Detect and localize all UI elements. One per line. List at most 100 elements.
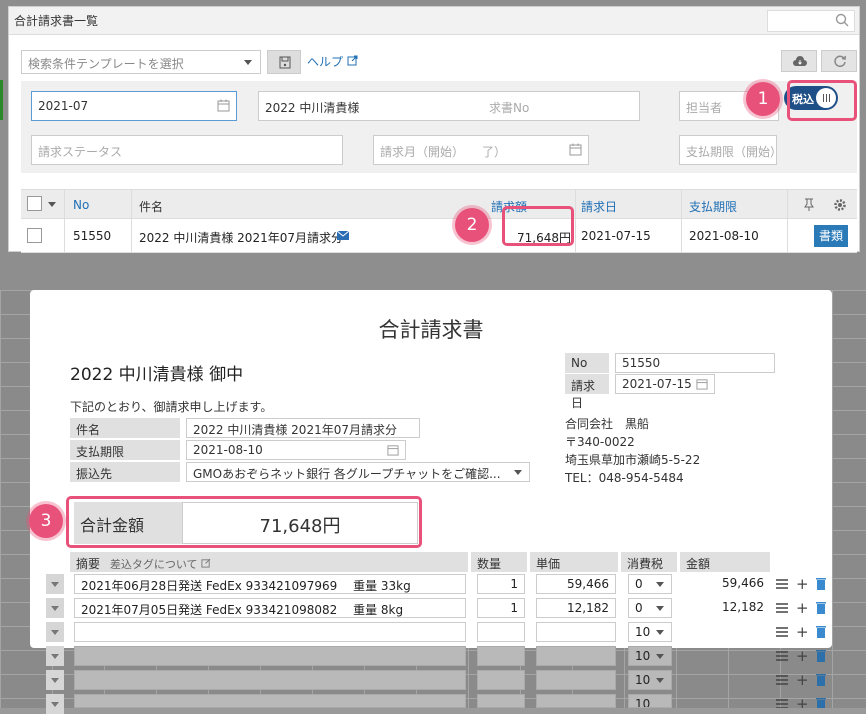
invoice-no-label: No xyxy=(565,353,609,373)
item-qty-input[interactable] xyxy=(477,622,525,642)
help-link[interactable]: ヘルプ xyxy=(307,53,358,70)
menu-icon[interactable] xyxy=(776,602,788,614)
item-qty-input[interactable] xyxy=(477,646,525,666)
month-filter[interactable]: 2021-07 xyxy=(31,91,237,121)
column-divider xyxy=(681,219,682,253)
global-search-input[interactable] xyxy=(767,10,855,32)
mail-icon[interactable] xyxy=(337,231,349,240)
invoice-preview: 合計請求書 2022 中川清貴様 御中 下記のとおり、御請求申し上げます。 No… xyxy=(30,290,832,648)
external-link-icon[interactable] xyxy=(201,558,211,568)
item-price-input[interactable] xyxy=(536,694,616,708)
select-all-checkbox[interactable] xyxy=(27,196,42,211)
trash-icon[interactable] xyxy=(816,697,826,708)
menu-icon[interactable] xyxy=(776,698,788,708)
due-date-filter[interactable]: 支払期限（開始） xyxy=(679,135,777,165)
column-date[interactable]: 請求日 xyxy=(581,198,617,215)
documents-button[interactable]: 書類 xyxy=(814,225,848,247)
item-price-input[interactable]: 59,466 xyxy=(536,574,616,594)
company-tel: TEL：048-954-5484 xyxy=(565,471,684,485)
plus-icon[interactable]: + xyxy=(796,577,809,592)
item-summary-input[interactable] xyxy=(74,646,466,666)
menu-icon[interactable] xyxy=(776,578,788,590)
status-filter-placeholder: 請求ステータス xyxy=(38,145,123,159)
trash-icon[interactable] xyxy=(816,649,826,662)
row-checkbox[interactable] xyxy=(27,228,42,243)
customer-filter-value: 2022 中川清貴様 xyxy=(265,101,360,115)
item-qty-input[interactable] xyxy=(477,670,525,690)
customer-filter[interactable]: 2022 中川清貴様 求書No xyxy=(258,91,640,121)
item-qty-input[interactable] xyxy=(477,694,525,708)
item-price-input[interactable] xyxy=(536,622,616,642)
item-summary-input[interactable]: 2021年07月05日発送 FedEx 933421098082 重量 8kg xyxy=(74,598,466,618)
item-tax-select[interactable]: 10 xyxy=(628,670,672,690)
subject-field[interactable]: 2022 中川清貴様 2021年07月請求分 xyxy=(186,418,420,438)
items-header-tax: 消費税 xyxy=(621,552,677,572)
row-menu-button[interactable] xyxy=(46,646,64,666)
item-tax-select[interactable]: 10 xyxy=(628,646,672,666)
item-tax-select[interactable]: 0 xyxy=(628,598,672,618)
chevron-down-icon[interactable] xyxy=(48,202,56,207)
insert-tags-link[interactable]: 差込タグについて xyxy=(110,558,198,571)
panel-title-bar: 合計請求書一覧 xyxy=(9,7,859,35)
invoice-title: 合計請求書 xyxy=(378,318,484,342)
item-row-actions: + xyxy=(776,574,832,594)
trash-icon[interactable] xyxy=(816,673,826,686)
item-tax-select[interactable]: 10 xyxy=(628,622,672,642)
item-price-input[interactable] xyxy=(536,646,616,666)
column-divider xyxy=(575,190,576,220)
invoice-list-panel: 合計請求書一覧 検索条件テンプレートを選択 ヘルプ 2021-07 2022 中… xyxy=(8,6,860,253)
row-menu-button[interactable] xyxy=(46,670,64,690)
row-menu-button[interactable] xyxy=(46,574,64,594)
bank-label: 振込先 xyxy=(70,462,180,482)
template-select[interactable]: 検索条件テンプレートを選択 xyxy=(21,50,261,74)
gear-icon[interactable] xyxy=(833,198,847,212)
save-icon xyxy=(279,56,291,69)
due-field[interactable]: 2021-08-10 xyxy=(186,440,406,460)
menu-icon[interactable] xyxy=(776,674,788,686)
bank-select[interactable]: GMOあおぞらネット銀行 各グループチャットをご確認... xyxy=(186,462,530,482)
item-qty-input[interactable]: 1 xyxy=(477,598,525,618)
plus-icon[interactable]: + xyxy=(796,625,809,640)
status-filter[interactable]: 請求ステータス xyxy=(31,135,343,165)
item-qty-input[interactable]: 1 xyxy=(477,574,525,594)
item-price-input[interactable]: 12,182 xyxy=(536,598,616,618)
item-summary-input[interactable] xyxy=(74,622,466,642)
item-summary-input[interactable] xyxy=(74,670,466,690)
trash-icon[interactable] xyxy=(816,577,826,590)
plus-icon[interactable]: + xyxy=(796,601,809,616)
billing-month-filter[interactable]: 請求月（開始） 了） xyxy=(373,135,589,165)
row-menu-button[interactable] xyxy=(46,598,64,618)
item-summary-input[interactable] xyxy=(74,694,466,708)
save-template-button[interactable] xyxy=(267,50,301,74)
menu-icon[interactable] xyxy=(776,650,788,662)
item-tax-select[interactable]: 0 xyxy=(628,574,672,594)
subject-label: 件名 xyxy=(70,418,180,438)
column-due[interactable]: 支払期限 xyxy=(689,198,737,215)
pin-icon[interactable] xyxy=(803,198,815,212)
refresh-button[interactable] xyxy=(821,50,857,72)
chevron-down-icon xyxy=(656,654,664,659)
cloud-download-button[interactable] xyxy=(781,50,817,72)
trash-icon[interactable] xyxy=(816,625,826,638)
column-subject[interactable]: 件名 xyxy=(139,198,163,215)
list-header: No 件名 請求額 請求日 支払期限 xyxy=(21,189,857,220)
column-no[interactable]: No xyxy=(73,198,89,212)
menu-icon[interactable] xyxy=(776,626,788,638)
month-filter-value: 2021-07 xyxy=(38,99,89,113)
item-summary-input[interactable]: 2021年06月28日発送 FedEx 933421097969 重量 33kg xyxy=(74,574,466,594)
calendar-icon xyxy=(696,379,708,390)
row-no: 51550 xyxy=(73,229,112,243)
invoice-date-field[interactable]: 2021-07-15 xyxy=(615,374,715,394)
plus-icon[interactable]: + xyxy=(796,649,809,664)
plus-icon[interactable]: + xyxy=(796,673,809,688)
trash-icon[interactable] xyxy=(816,601,826,614)
chevron-down-icon xyxy=(656,630,664,635)
row-menu-button[interactable] xyxy=(46,694,64,714)
row-menu-button[interactable] xyxy=(46,622,64,642)
item-tax-select[interactable]: 10 xyxy=(628,694,672,708)
item-price-input[interactable] xyxy=(536,670,616,690)
search-icon xyxy=(835,13,849,27)
table-row[interactable]: 51550 2022 中川清貴様 2021年07月請求分 71,648円 202… xyxy=(21,219,857,253)
plus-icon[interactable]: + xyxy=(796,697,809,709)
invoice-no-field[interactable]: 51550 xyxy=(615,353,775,373)
